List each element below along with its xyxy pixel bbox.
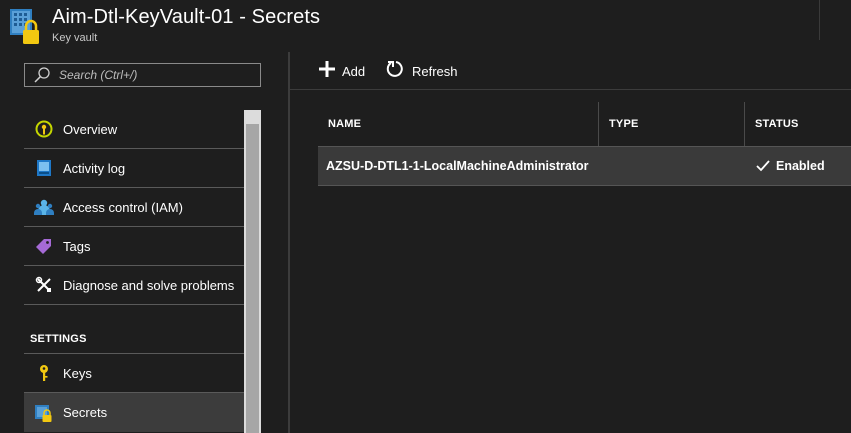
sidebar-scrollbar-thumb[interactable] (246, 124, 259, 433)
key-icon (34, 363, 54, 383)
nav-list: Overview Activity log Access control (IA… (24, 110, 244, 432)
page-title: Aim-Dtl-KeyVault-01 - Secrets (52, 6, 321, 28)
search-input[interactable]: Search (Ctrl+/) (24, 63, 261, 87)
sidebar-item-secrets[interactable]: Secrets (24, 393, 244, 432)
header-divider (819, 0, 820, 40)
sidebar-item-keys[interactable]: Keys (24, 354, 244, 393)
search-placeholder: Search (Ctrl+/) (59, 68, 138, 82)
command-bar: Add Refresh (290, 52, 851, 90)
sidebar-item-label: Activity log (63, 160, 126, 176)
checkmark-icon (756, 160, 770, 172)
wrench-icon (34, 275, 54, 295)
settings-section-header: SETTINGS (24, 305, 244, 354)
secret-status-cell: Enabled (756, 147, 825, 185)
activity-log-icon (34, 158, 54, 178)
sidebar-item-access-control[interactable]: Access control (IAM) (24, 188, 244, 227)
add-button-label: Add (342, 63, 366, 79)
table-row[interactable]: AZSU-D-DTL1-1-LocalMachineAdministrator … (318, 146, 851, 186)
plus-icon (318, 60, 336, 83)
sidebar-item-overview[interactable]: Overview (24, 110, 244, 149)
refresh-icon (386, 59, 406, 84)
sidebar-item-tags[interactable]: Tags (24, 227, 244, 266)
sidebar-item-label: Overview (63, 121, 118, 137)
refresh-button[interactable]: Refresh (386, 60, 458, 82)
sidebar-item-activity-log[interactable]: Activity log (24, 149, 244, 188)
sidebar-item-label: Access control (IAM) (63, 199, 183, 215)
column-separator (598, 102, 599, 146)
refresh-button-label: Refresh (412, 63, 458, 79)
column-header-name[interactable]: NAME (328, 102, 361, 146)
sidebar-item-label: Diagnose and solve problems (63, 277, 235, 293)
column-header-status[interactable]: STATUS (755, 102, 799, 146)
secrets-table: NAME TYPE STATUS AZSU-D-DTL1-1-LocalMach… (318, 102, 851, 186)
sidebar-item-label: Keys (63, 365, 92, 381)
resource-menu: Search (Ctrl+/) Overview Activity log Ac… (0, 52, 288, 433)
key-vault-icon (8, 8, 42, 46)
overview-icon (34, 119, 54, 139)
blade-header: Aim-Dtl-KeyVault-01 - Secrets Key vault (0, 0, 851, 52)
add-button[interactable]: Add (318, 60, 365, 82)
access-control-icon (34, 197, 54, 217)
secret-name-cell: AZSU-D-DTL1-1-LocalMachineAdministrator (326, 159, 589, 173)
status-text: Enabled (776, 159, 825, 173)
sidebar-item-diagnose[interactable]: Diagnose and solve problems (24, 266, 244, 305)
tag-icon (34, 236, 54, 256)
table-header: NAME TYPE STATUS (318, 102, 851, 146)
page-subtitle: Key vault (52, 32, 98, 44)
search-icon (31, 64, 53, 86)
sidebar-item-label: Tags (63, 238, 91, 254)
sidebar-item-label: Secrets (63, 405, 108, 420)
column-separator (744, 102, 745, 146)
secret-icon (34, 403, 54, 423)
column-header-type[interactable]: TYPE (609, 102, 639, 146)
secrets-content: Add Refresh NAME TYPE STATUS AZSU-D-DTL1… (290, 52, 851, 433)
